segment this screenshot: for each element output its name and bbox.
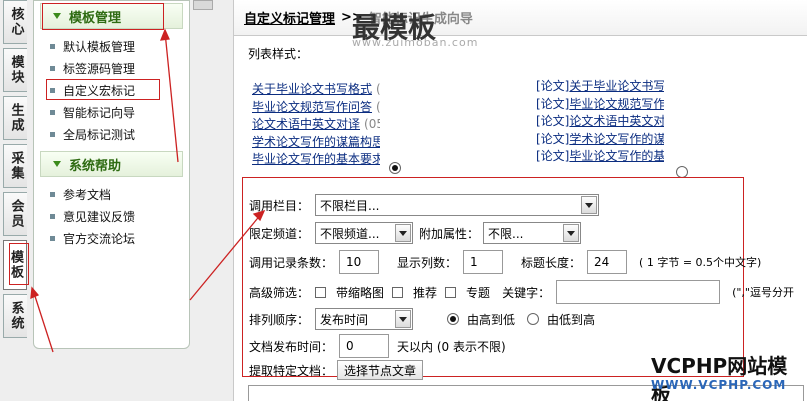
- arrow-line: [189, 212, 263, 301]
- arrow-head: [30, 286, 40, 300]
- app-root: 核心 模块 生成 采集 会员 模板 系统 模板管理 默认模板管理 标签源码管理 …: [0, 0, 807, 401]
- brand-watermark: VCPHP网站模板: [651, 354, 788, 401]
- arrow-head: [252, 209, 266, 222]
- arrow-line: [32, 289, 54, 353]
- arrow-head: [159, 28, 170, 41]
- arrow-line: [164, 31, 179, 163]
- brand-url: WWW.VCPHP.COM: [651, 378, 787, 392]
- annotation-arrows: [30, 28, 266, 353]
